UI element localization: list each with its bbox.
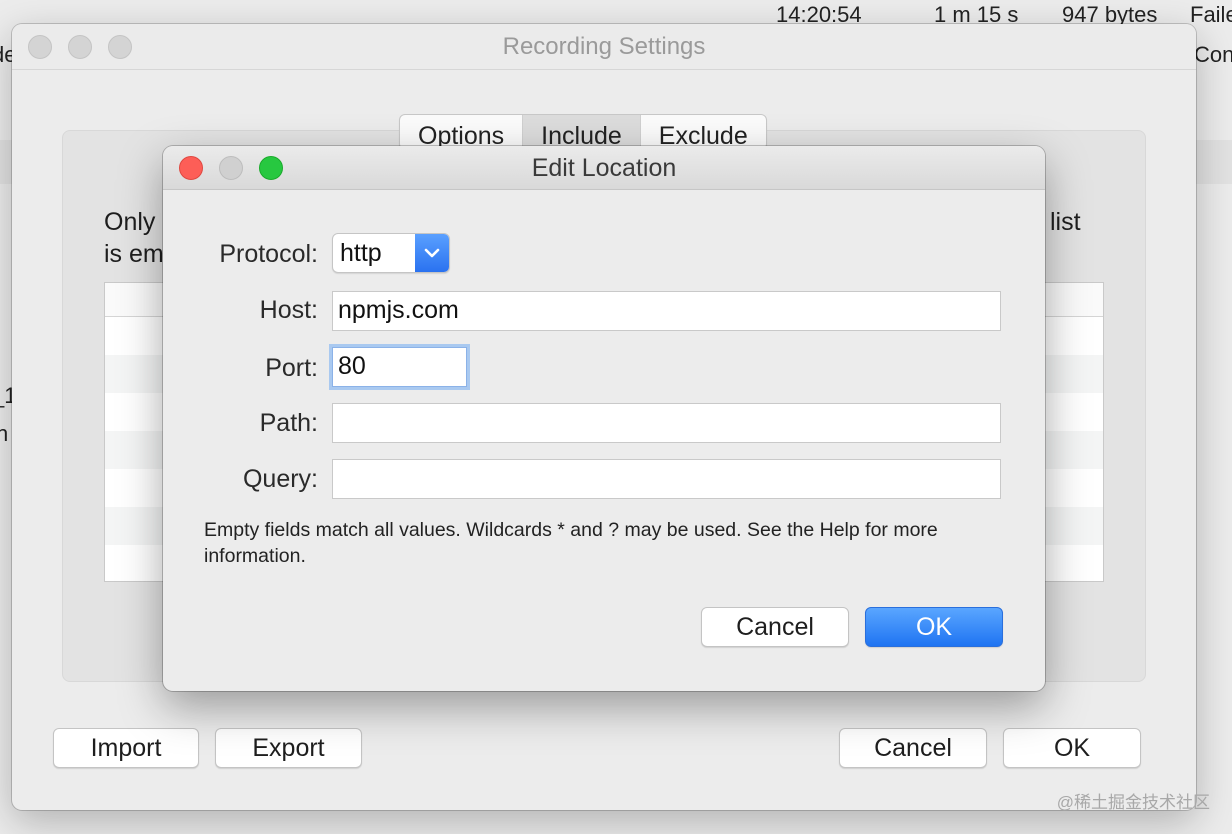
background-row: [1196, 140, 1232, 184]
tab-include[interactable]: Include: [523, 115, 641, 149]
background-row: [0, 140, 12, 184]
tab-options[interactable]: Options: [400, 115, 524, 149]
protocol-select[interactable]: http: [332, 233, 450, 273]
edit-location-dialog: Edit Location Protocol: http Host: npmjs…: [163, 146, 1045, 691]
cancel-button[interactable]: Cancel: [839, 728, 987, 768]
protocol-value: http: [340, 239, 382, 267]
host-field[interactable]: npmjs.com: [332, 291, 1001, 331]
dialog-title: Edit Location: [531, 154, 677, 182]
titlebar: Recording Settings: [12, 24, 1196, 70]
tab-exclude[interactable]: Exclude: [641, 115, 766, 149]
status-result: Faile: [1190, 2, 1232, 27]
background-edge-text-left: n: [0, 421, 9, 446]
cancel-button[interactable]: Cancel: [701, 607, 849, 647]
background-edge-text: Con: [1194, 42, 1232, 67]
port-label: Port:: [265, 354, 318, 382]
host-label: Host:: [259, 296, 318, 324]
window-title: Recording Settings: [502, 33, 706, 60]
path-field[interactable]: [332, 403, 1001, 443]
port-field[interactable]: 80: [332, 347, 467, 387]
path-label: Path:: [259, 409, 318, 437]
ok-button[interactable]: OK: [1003, 728, 1141, 768]
chevron-down-icon: [415, 234, 449, 272]
export-button[interactable]: Export: [215, 728, 362, 768]
query-field[interactable]: [332, 459, 1001, 499]
query-label: Query:: [242, 465, 318, 493]
description-text: Only: [104, 208, 156, 236]
description-text: list: [1050, 208, 1081, 236]
titlebar: Edit Location: [163, 146, 1045, 190]
help-hint-text: Empty fields match all values. Wildcards…: [204, 519, 938, 567]
ok-button[interactable]: OK: [865, 607, 1003, 647]
watermark: @稀土掘金技术社区: [1056, 793, 1210, 812]
description-text: is em: [104, 240, 164, 268]
protocol-label: Protocol:: [219, 240, 318, 268]
tab-bar: Options Include Exclude: [399, 114, 767, 150]
import-button[interactable]: Import: [53, 728, 199, 768]
